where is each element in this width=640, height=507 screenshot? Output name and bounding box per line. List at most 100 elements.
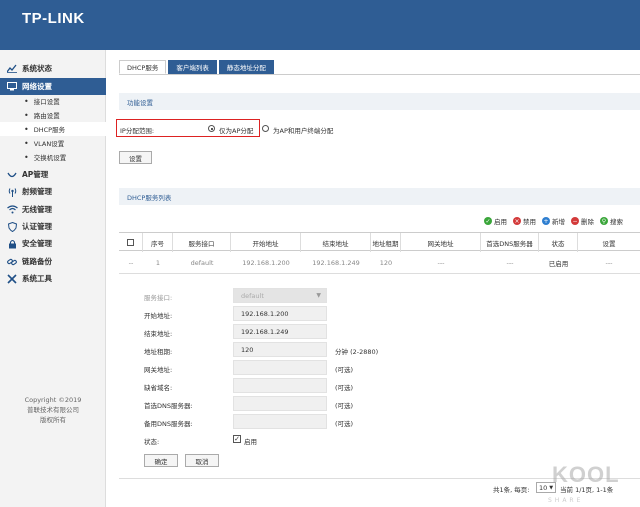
- ok-button[interactable]: 确定: [144, 454, 178, 467]
- sidebar-subitem-route[interactable]: • 路由设置: [0, 108, 106, 122]
- watermark-sub: SHARE: [548, 497, 584, 504]
- col-dns: 首选DNS服务器: [481, 233, 539, 252]
- interface-select: default ▼: [233, 288, 327, 303]
- sidebar-item-label: 链路备份: [22, 257, 52, 266]
- status-label: 状态:: [144, 438, 160, 446]
- cancel-button[interactable]: 取消: [185, 454, 219, 467]
- col-settings: 设置: [602, 239, 616, 248]
- status-enable-label: 启用: [244, 438, 257, 446]
- col-start: 开始地址: [231, 233, 301, 252]
- sidebar-item-label: AP管理: [22, 170, 49, 179]
- chart-line-icon: [6, 63, 18, 75]
- row-settings: ---: [605, 259, 613, 267]
- sidebar-subitem-vlan[interactable]: • VLAN设置: [0, 136, 106, 150]
- sidebar-item-label: 安全管理: [22, 239, 52, 248]
- dns2-note: (可选): [335, 420, 354, 428]
- row-index: 1: [155, 259, 161, 267]
- dns1-input[interactable]: [233, 396, 327, 411]
- list-action-bar: ✓ 启用 × 禁用 + 新增 − 删除 ⚲ 搜索: [478, 216, 623, 226]
- table-row[interactable]: -- 1 default 192.168.1.200 192.168.1.249…: [119, 252, 640, 274]
- sidebar-item-label: 网络设置: [22, 82, 52, 91]
- row-dns: ---: [506, 259, 514, 267]
- edit-form: [119, 274, 640, 479]
- sidebar-subitem-label: DHCP服务: [33, 126, 66, 134]
- minus-icon: −: [571, 217, 579, 225]
- wifi-icon: [6, 204, 18, 216]
- pager-summary: 共1条, 每页:: [493, 486, 530, 494]
- tab-dhcp-service[interactable]: DHCP服务: [119, 60, 167, 74]
- row-gateway: ---: [437, 259, 445, 267]
- enable-button[interactable]: ✓ 启用: [484, 216, 507, 226]
- sidebar-item-label: 无线管理: [22, 205, 52, 214]
- col-end: 结束地址: [301, 233, 371, 252]
- dns2-input[interactable]: [233, 414, 327, 429]
- ban-icon: ×: [513, 217, 521, 225]
- tab-static-allocation[interactable]: 静态地址分配: [218, 60, 274, 74]
- delete-button[interactable]: − 删除: [571, 216, 594, 226]
- col-status: 状态: [539, 233, 578, 252]
- sidebar-subitem-dhcp[interactable]: • DHCP服务: [0, 122, 106, 136]
- domain-input[interactable]: [233, 378, 327, 393]
- check-icon: ✓: [484, 217, 492, 225]
- domain-label: 缺省域名:: [144, 384, 173, 392]
- row-lease: 120: [379, 259, 393, 267]
- network-icon: [6, 81, 18, 93]
- dns2-label: 备用DNS服务器:: [144, 420, 193, 428]
- select-all-cell: [119, 233, 143, 252]
- set-button[interactable]: 设置: [119, 151, 152, 164]
- sidebar: 系统状态 网络设置 • 接口设置 • 路由设置 • DHCP服务 • VLAN设置 • 交…: [0, 50, 106, 507]
- col-gateway: 网关地址: [401, 233, 481, 252]
- sidebar-item-auth-management[interactable]: 认证管理: [0, 218, 106, 235]
- gateway-note: (可选): [335, 366, 354, 374]
- chevron-down-icon: ▼: [316, 292, 321, 299]
- tab-bar: DHCP服务 客户端列表 静态地址分配: [119, 60, 276, 74]
- interface-label: 服务接口:: [144, 294, 173, 302]
- gateway-input[interactable]: [233, 360, 327, 375]
- select-all-checkbox[interactable]: [127, 239, 134, 246]
- sidebar-item-system-status[interactable]: 系统状态: [0, 60, 106, 77]
- end-address-label: 结束地址:: [144, 330, 173, 338]
- status-enable-checkbox[interactable]: ✓: [233, 435, 241, 443]
- sidebar-item-wireless-management[interactable]: 无线管理: [0, 201, 106, 218]
- sidebar-item-ap-management[interactable]: AP管理: [0, 166, 106, 183]
- radio-wave-icon: [6, 186, 18, 198]
- lease-label: 地址租期:: [144, 348, 173, 356]
- sidebar-item-security-management[interactable]: 安全管理: [0, 235, 106, 252]
- shield-icon: [6, 221, 18, 233]
- search-button[interactable]: ⚲ 搜索: [600, 216, 623, 226]
- radio-ap-only-label: 仅为AP分配: [219, 127, 254, 135]
- sidebar-item-system-tools[interactable]: 系统工具: [0, 270, 106, 287]
- ip-range-label: IP分配范围:: [120, 127, 155, 135]
- lease-input[interactable]: 120: [233, 342, 327, 357]
- sidebar-subitem-label: 路由设置: [33, 112, 60, 120]
- sidebar-subitem-interface[interactable]: • 接口设置: [0, 94, 106, 108]
- tab-client-list[interactable]: 客户端列表: [168, 60, 217, 74]
- start-address-label: 开始地址:: [144, 312, 173, 320]
- sidebar-item-label: 射频管理: [22, 187, 52, 196]
- link-icon: [6, 256, 18, 268]
- copyright: Copyright ©2019 普联技术有限公司 版权所有: [24, 396, 82, 424]
- radio-ap-only[interactable]: [208, 125, 215, 132]
- add-button[interactable]: + 新增: [542, 216, 565, 226]
- tools-icon: [6, 273, 18, 285]
- dns1-label: 首选DNS服务器:: [144, 402, 193, 410]
- col-interface: 服务接口: [173, 233, 231, 252]
- col-index: 序号: [143, 233, 173, 252]
- table-header: 序号 服务接口 开始地址 结束地址 地址租期 网关地址 首选DNS服务器 状态 …: [119, 232, 640, 252]
- sidebar-item-network-settings[interactable]: 网络设置: [0, 78, 106, 95]
- start-address-input[interactable]: 192.168.1.200: [233, 306, 327, 321]
- sidebar-item-label: 系统工具: [22, 274, 52, 283]
- plus-icon: +: [542, 217, 550, 225]
- sidebar-item-rf-management[interactable]: 射频管理: [0, 183, 106, 200]
- end-address-input[interactable]: 192.168.1.249: [233, 324, 327, 339]
- sidebar-item-label: 系统状态: [22, 64, 52, 73]
- dns1-note: (可选): [335, 402, 354, 410]
- sidebar-item-link-backup[interactable]: 链路备份: [0, 253, 106, 270]
- sidebar-subitem-label: 交换机设置: [33, 154, 67, 162]
- disable-button[interactable]: × 禁用: [513, 216, 536, 226]
- radio-ap-and-users[interactable]: [262, 125, 269, 132]
- top-header: TP-LINK: [0, 0, 640, 50]
- radio-ap-and-users-label: 为AP和用户终端分配: [273, 127, 334, 135]
- row-status: 已启用: [548, 260, 569, 268]
- sidebar-subitem-switch[interactable]: • 交换机设置: [0, 150, 106, 164]
